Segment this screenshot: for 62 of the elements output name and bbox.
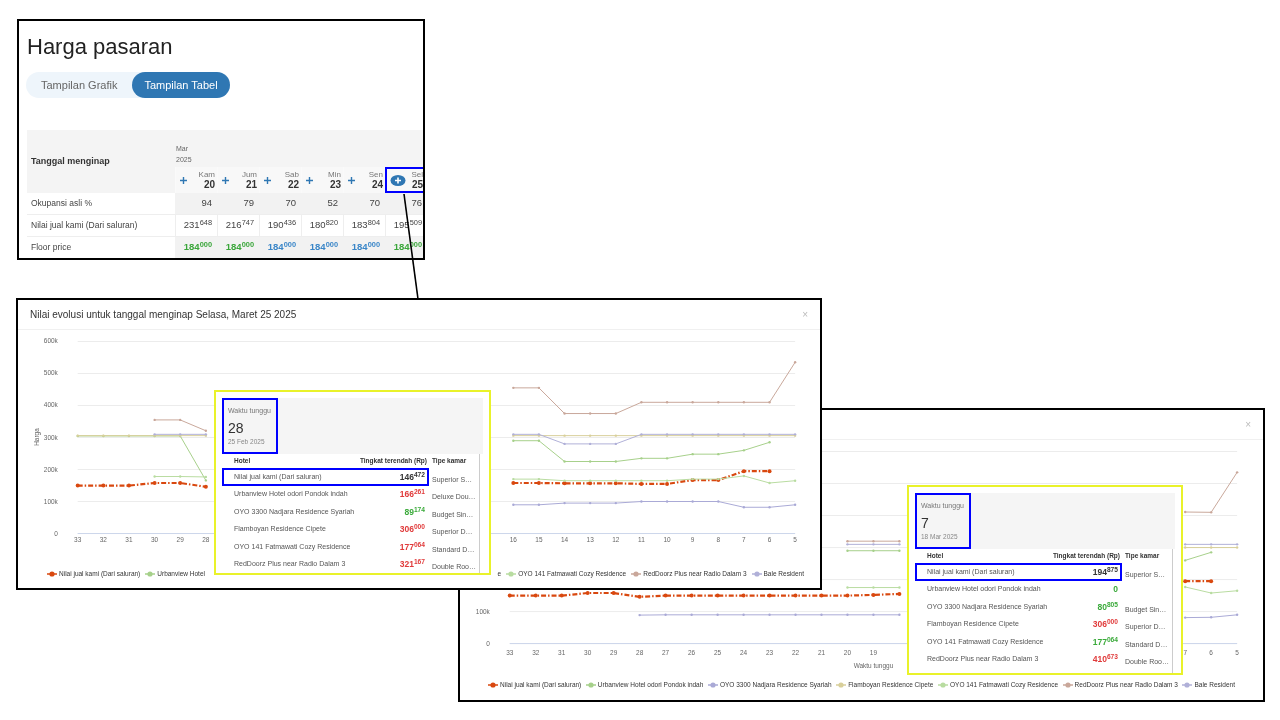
table-cell: 183$^{804}$ [351,218,380,233]
day-label: Sen [368,170,383,179]
date-label: 24 [371,179,383,190]
day-label: Jum [241,170,257,179]
date-label: 21 [245,179,257,190]
price-value: 410$^{673}$ [1092,655,1118,664]
row-label: Nilai jual kami (Dari saluran) [31,219,138,232]
plus-icon [305,175,314,185]
price-value: 306$^{000}$ [1092,620,1118,629]
table-cell: 184$^{000}$ [351,240,380,255]
table-cell: 216$^{747}$ [225,218,254,233]
date-column-header[interactable]: Kam 20 [175,167,217,193]
price-value: 0 [1113,585,1118,594]
date-label: 20 [203,179,215,190]
table-cell: 231$^{648}$ [183,218,212,233]
price-value: 177$^{064}$ [399,542,425,551]
tooltip-value: 7 [921,513,929,532]
date-label: 23 [329,179,341,190]
table-cell: 79 [243,196,254,211]
day-label: Kam [198,170,215,179]
table-cell: 180$^{820}$ [309,218,338,233]
table-cell: 184$^{000}$ [309,240,338,255]
table-cell: 70 [285,196,296,211]
date-label: 25 [411,179,423,190]
plus-icon [179,175,188,185]
date-column-header[interactable]: Sab 22 [259,167,301,193]
date-label: 22 [287,179,299,190]
price-value: 146$^{472}$ [399,472,425,481]
price-value: 194$^{875}$ [1092,567,1118,576]
table-cell: 190$^{436}$ [267,218,296,233]
plus-icon [263,175,272,185]
plus-icon [390,174,406,186]
table-cell: 184$^{000}$ [267,240,296,255]
plus-icon [221,175,230,185]
price-value: 89$^{174}$ [404,507,425,516]
price-value: 177$^{064}$ [1092,637,1118,646]
table-cell: 184$^{000}$ [225,240,254,255]
price-value: 306$^{000}$ [399,525,425,534]
day-label: Sel [411,170,423,179]
day-label: Min [328,170,341,179]
table-header: Tanggal menginap [31,154,110,168]
row-label: Okupansi asli % [31,197,92,210]
plus-icon [347,175,356,185]
table-cell: 94 [201,196,212,211]
view-tab[interactable]: Tampilan Grafik [26,72,133,98]
table-cell: 70 [369,196,380,211]
date-column-header[interactable]: Jum 21 [217,167,259,193]
page-title: Harga pasaran [27,36,173,58]
day-label: Sab [284,170,299,179]
table-cell: 184$^{000}$ [183,240,212,255]
price-value: 80$^{805}$ [1097,602,1118,611]
date-column-header[interactable]: Sel 25 [385,167,423,193]
table-cell: 76 [411,196,422,211]
row-label: Floor price [31,241,72,254]
view-tab[interactable]: Tampilan Tabel [132,72,230,98]
price-value: 321$^{167}$ [399,560,425,569]
tooltip-value: 28 [228,418,244,437]
date-column-header[interactable]: Sen 24 [343,167,385,193]
price-value: 166$^{261}$ [399,490,425,499]
panel-title: Nilai evolusi untuk tanggal menginap Selasa, Maret 25 2025 [30,308,297,322]
table-cell: 52 [327,196,338,211]
date-column-header[interactable]: Min 23 [301,167,343,193]
